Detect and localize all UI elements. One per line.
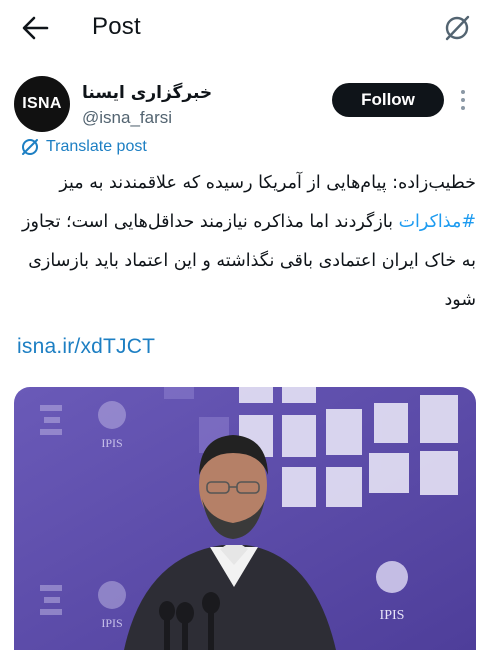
more-vertical-icon bbox=[461, 90, 465, 94]
back-button[interactable] bbox=[20, 14, 50, 42]
post-link[interactable]: isna.ir/xdTJCT bbox=[17, 335, 155, 359]
ipis-logo-bottom: IPIS bbox=[101, 616, 122, 630]
post-image[interactable]: IPIS IPIS IPIS bbox=[14, 387, 476, 650]
avatar[interactable]: ISNA bbox=[14, 76, 70, 132]
page-title: Post bbox=[92, 13, 141, 40]
translate-icon bbox=[22, 139, 38, 155]
ipis-logo-top: IPIS bbox=[101, 436, 122, 450]
press-conference-photo: IPIS IPIS IPIS bbox=[14, 387, 476, 650]
hashtag-link[interactable]: #مذاکرات bbox=[399, 212, 476, 232]
post-text-part-1: خطیب‌زاده: پیام‌هایی از آمریکا رسیده که … bbox=[59, 173, 476, 193]
ipis-logo-right: IPIS bbox=[380, 608, 405, 623]
translate-post-button[interactable]: Translate post bbox=[20, 136, 147, 158]
avatar-text: ISNA bbox=[22, 95, 62, 112]
translate-label: Translate post bbox=[46, 138, 147, 155]
post-author-row: ISNA خبرگزاری ایسنا @isna_farsi Follow bbox=[0, 68, 490, 138]
top-bar: Post bbox=[0, 0, 490, 56]
grok-button[interactable] bbox=[442, 13, 472, 43]
author-display-name[interactable]: خبرگزاری ایسنا bbox=[82, 83, 212, 103]
more-options-button[interactable] bbox=[456, 87, 470, 113]
follow-button[interactable]: Follow bbox=[332, 83, 444, 117]
author-handle[interactable]: @isna_farsi bbox=[82, 108, 172, 128]
post-text: خطیب‌زاده: پیام‌هایی از آمریکا رسیده که … bbox=[14, 164, 476, 320]
grok-icon bbox=[445, 15, 470, 41]
arrow-left-icon bbox=[22, 16, 49, 40]
